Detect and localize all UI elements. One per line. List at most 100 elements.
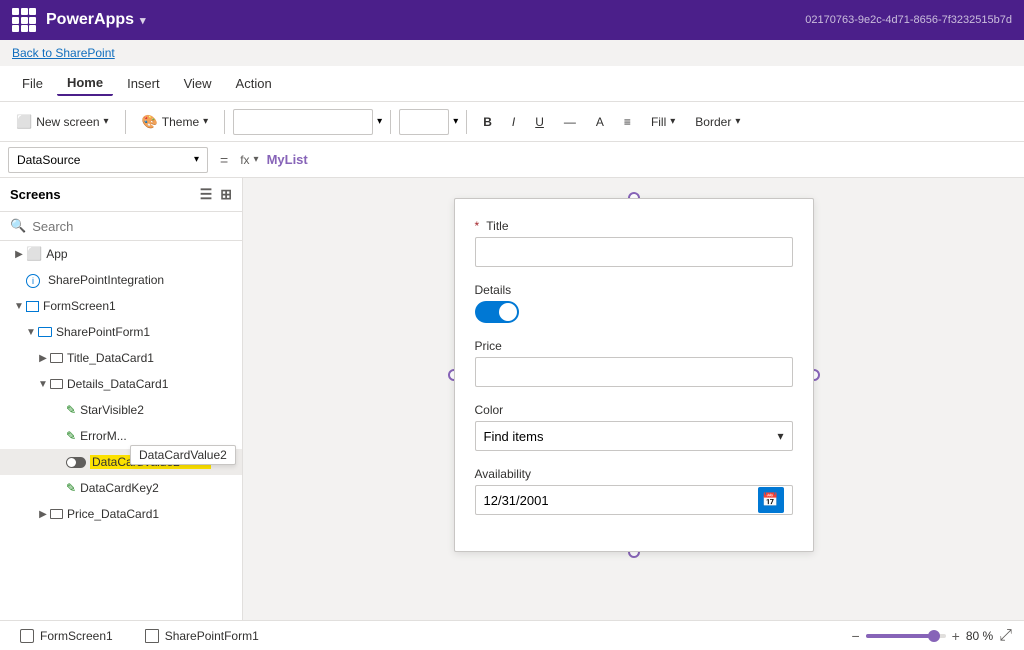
underline-button[interactable]: U <box>527 111 552 133</box>
fx-chevron-icon: ▾ <box>254 154 259 165</box>
menu-view[interactable]: View <box>174 72 222 95</box>
color-label: Color <box>475 403 793 417</box>
details-field: Details <box>475 283 793 323</box>
app-chevron-icon[interactable]: ▾ <box>140 14 146 27</box>
app-name-text: PowerApps <box>46 11 134 29</box>
sidebar-title: Screens <box>10 187 61 202</box>
separator <box>125 110 126 134</box>
tree-item-datacardkey2[interactable]: ✎ DataCardKey2 <box>0 475 242 501</box>
zoom-plus-button[interactable]: + <box>952 628 960 644</box>
formula-input[interactable]: MyList <box>267 152 1016 167</box>
formscreen1-tab-icon <box>20 629 34 643</box>
border-button[interactable]: Border ▾ <box>687 111 748 133</box>
calendar-icon[interactable]: 📅 <box>758 487 784 513</box>
app-icon: ⬜ <box>26 246 42 262</box>
tree-item-sp-integration[interactable]: i SharePointIntegration <box>0 267 242 293</box>
new-screen-button[interactable]: ⬜ New screen ▾ <box>8 110 117 134</box>
menu-file[interactable]: File <box>12 72 53 95</box>
fit-to-window-button[interactable]: ⤢ <box>999 627 1012 645</box>
search-icon: 🔍 <box>10 218 26 234</box>
tree-label-details-card: Details_DataCard1 <box>67 377 234 391</box>
expand-formscreen-icon[interactable]: ▼ <box>12 301 26 312</box>
tree-item-star-visible2[interactable]: ✎ StarVisible2 <box>0 397 242 423</box>
availability-label-text: Availability <box>475 467 531 481</box>
spform1-tab-label: SharePointForm1 <box>165 629 259 643</box>
tree-item-formscreen1[interactable]: ▼ FormScreen1 <box>0 293 242 319</box>
title-input[interactable] <box>475 237 793 267</box>
theme-label: Theme <box>162 115 199 129</box>
formula-fx-button[interactable]: fx ▾ <box>240 153 258 167</box>
font-dropdown-icon[interactable]: ▾ <box>377 116 382 127</box>
expand-price-card-icon[interactable]: ▶ <box>36 509 50 520</box>
price-label-text: Price <box>475 339 502 353</box>
sidebar-list-view-icon[interactable]: ☰ <box>200 186 213 203</box>
tree-label-spform1: SharePointForm1 <box>56 325 234 339</box>
details-toggle[interactable] <box>475 301 519 323</box>
search-input[interactable] <box>32 219 232 234</box>
title-bar: PowerApps ▾ 02170763-9e2c-4d71-8656-7f32… <box>0 0 1024 40</box>
color-dropdown[interactable]: Find items ▾ <box>475 421 793 451</box>
separator3 <box>390 110 391 134</box>
price-input[interactable] <box>475 357 793 387</box>
app-title: PowerApps ▾ <box>46 11 146 29</box>
tree-label-formscreen1: FormScreen1 <box>43 299 234 313</box>
zoom-minus-button[interactable]: − <box>851 628 859 644</box>
form-panel: * Title Details <box>454 198 814 552</box>
zoom-slider-thumb[interactable] <box>928 630 940 642</box>
font-color-button[interactable]: A <box>588 111 612 133</box>
tree-item-price-card[interactable]: ▶ Price_DataCard1 <box>0 501 242 527</box>
toggle-icon <box>66 457 86 468</box>
fx-icon: fx <box>240 153 249 167</box>
menu-home[interactable]: Home <box>57 71 113 96</box>
font-size-dropdown-icon[interactable]: ▾ <box>453 116 458 127</box>
card-icon2 <box>50 379 63 389</box>
expand-details-card-icon[interactable]: ▼ <box>36 379 50 390</box>
tree-item-spform1[interactable]: ▼ SharePointForm1 <box>0 319 242 345</box>
back-to-sharepoint-link[interactable]: Back to SharePoint <box>0 40 1024 66</box>
availability-date[interactable]: 12/31/2001 📅 <box>475 485 793 515</box>
tree-item-datacardvalue2[interactable]: DataCardValue2 ••• DataCardValue2 <box>0 449 242 475</box>
strikethrough-button[interactable]: — <box>556 111 584 133</box>
color-value: Find items <box>484 429 544 444</box>
tree-item-title-card[interactable]: ▶ Title_DataCard1 <box>0 345 242 371</box>
theme-icon: 🎨 <box>142 114 158 130</box>
bold-button[interactable]: B <box>475 111 500 133</box>
expand-app-icon[interactable]: ▶ <box>12 249 26 260</box>
separator2 <box>224 110 225 134</box>
new-screen-chevron-icon: ▾ <box>104 116 109 127</box>
sp-icon: i <box>26 273 40 288</box>
sidebar-grid-view-icon[interactable]: ⊞ <box>220 186 232 203</box>
availability-value: 12/31/2001 <box>484 493 549 508</box>
font-family-input[interactable] <box>233 109 373 135</box>
expand-spform1-icon[interactable]: ▼ <box>24 327 38 338</box>
tree-label-star-visible: StarVisible2 <box>80 403 234 417</box>
font-size-input[interactable] <box>399 109 449 135</box>
menu-action[interactable]: Action <box>226 72 282 95</box>
formula-source-dropdown[interactable]: DataSource ▾ <box>8 147 208 173</box>
waffle-icon[interactable] <box>12 8 36 32</box>
canvas-area[interactable]: * Title Details <box>243 178 1024 620</box>
theme-button[interactable]: 🎨 Theme ▾ <box>134 110 217 134</box>
card-icon3 <box>50 509 63 519</box>
italic-button[interactable]: I <box>504 111 523 133</box>
status-tab-formscreen1[interactable]: FormScreen1 <box>12 625 121 647</box>
menu-insert[interactable]: Insert <box>117 72 170 95</box>
menu-bar: File Home Insert View Action <box>0 66 1024 102</box>
pencil-icon2: ✎ <box>66 429 76 443</box>
availability-label: Availability <box>475 467 793 481</box>
sidebar-header: Screens ☰ ⊞ <box>0 178 242 212</box>
status-bar: FormScreen1 SharePointForm1 − + 80 % ⤢ <box>0 620 1024 650</box>
tree-item-app[interactable]: ▶ ⬜ App <box>0 241 242 267</box>
zoom-slider[interactable] <box>866 634 946 638</box>
align-button[interactable]: ≡ <box>616 111 639 133</box>
fill-button[interactable]: Fill ▾ <box>643 111 683 133</box>
sidebar-search[interactable]: 🔍 <box>0 212 242 241</box>
status-tabs: FormScreen1 SharePointForm1 <box>12 625 267 647</box>
zoom-controls: − + 80 % ⤢ <box>851 627 1012 645</box>
expand-title-card-icon[interactable]: ▶ <box>36 353 50 364</box>
pencil-icon: ✎ <box>66 403 76 417</box>
title-label-text: Title <box>486 219 508 233</box>
tree-label-sp: SharePointIntegration <box>48 273 234 287</box>
status-tab-spform1[interactable]: SharePointForm1 <box>137 625 267 647</box>
tree-item-details-card[interactable]: ▼ Details_DataCard1 <box>0 371 242 397</box>
